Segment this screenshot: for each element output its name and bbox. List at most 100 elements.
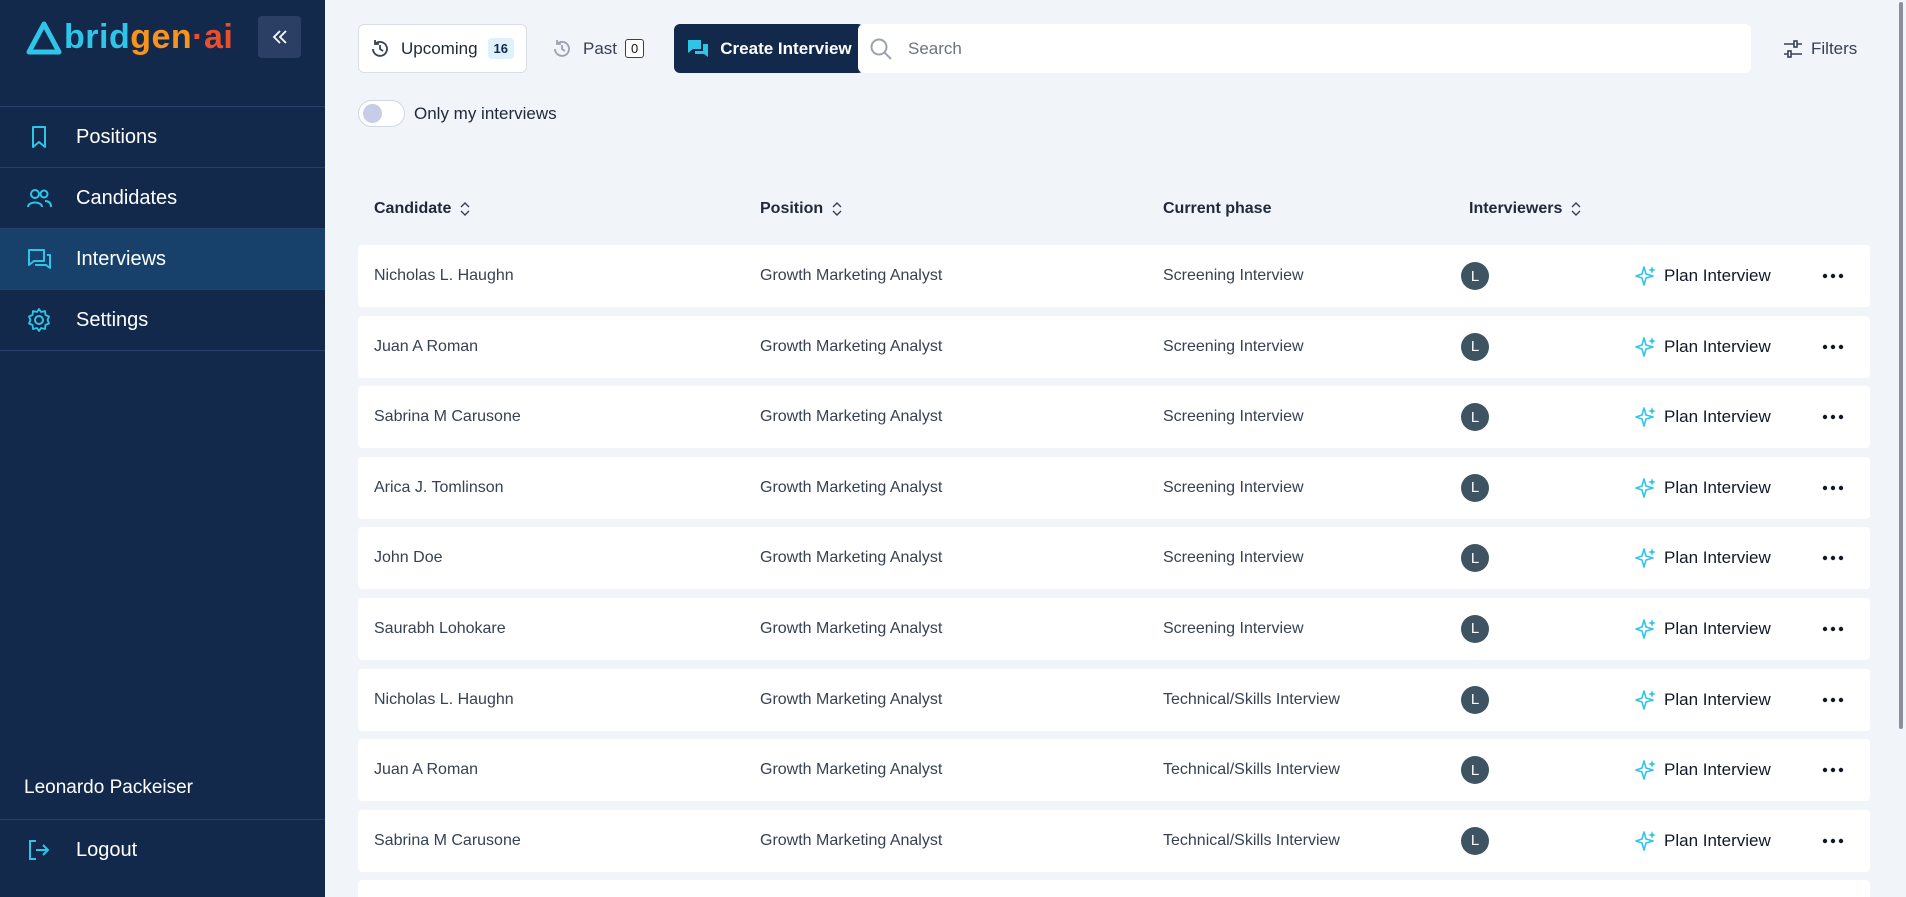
more-options-icon[interactable] <box>1821 264 1845 288</box>
column-header-label: Position <box>760 200 824 217</box>
more-options-icon[interactable] <box>1821 476 1845 500</box>
plan-interview-button[interactable]: Plan Interview <box>1634 829 1771 853</box>
row-actions-cell <box>1821 669 1845 731</box>
interviews-table-body: Nicholas L. Haughn Growth Marketing Anal… <box>358 245 1870 897</box>
plan-interview-button[interactable]: Plan Interview <box>1634 405 1771 429</box>
interviewer-cell: L <box>1461 598 1489 660</box>
plan-interview-button[interactable]: Plan Interview <box>1634 264 1771 288</box>
column-header-interviewers[interactable]: Interviewers <box>1469 200 1582 218</box>
plan-interview-cell: Plan Interview <box>1634 386 1771 448</box>
more-options-icon[interactable] <box>1821 546 1845 570</box>
row-actions-cell <box>1821 810 1845 872</box>
candidate-cell[interactable]: Juan A Roman <box>374 316 478 378</box>
plan-interview-button[interactable]: Plan Interview <box>1634 617 1771 641</box>
past-count-badge: 0 <box>625 39 645 58</box>
avatar[interactable]: L <box>1461 262 1489 290</box>
sidebar-item-candidates[interactable]: Candidates <box>0 168 325 229</box>
candidate-cell[interactable]: Nicholas L. Haughn <box>374 245 514 307</box>
filters-button[interactable]: Filters <box>1781 24 1857 73</box>
plan-interview-cell: Plan Interview <box>1634 669 1771 731</box>
column-header-position[interactable]: Position <box>760 200 843 218</box>
scrollbar-thumb[interactable] <box>1899 2 1903 729</box>
collapse-sidebar-button[interactable] <box>258 16 301 58</box>
plan-interview-label: Plan Interview <box>1664 760 1771 780</box>
table-row[interactable]: Saurabh Lohokare Growth Marketing Analys… <box>358 597 1870 660</box>
candidate-cell[interactable]: Juan A Roman <box>374 739 478 801</box>
sort-icon <box>832 202 842 216</box>
more-options-icon[interactable] <box>1821 758 1845 782</box>
vertical-scrollbar[interactable] <box>1894 0 1906 897</box>
plan-interview-cell: Plan Interview <box>1634 810 1771 872</box>
brand-logo[interactable]: brid gen ·ai <box>26 18 233 57</box>
sidebar-item-positions[interactable]: Positions <box>0 107 325 168</box>
sidebar-item-label: Settings <box>76 308 149 331</box>
candidate-cell[interactable]: Arica J. Tomlinson <box>374 457 504 519</box>
more-options-icon[interactable] <box>1821 617 1845 641</box>
tab-upcoming[interactable]: Upcoming 16 <box>358 24 528 73</box>
sidebar-item-settings[interactable]: Settings <box>0 290 325 351</box>
row-actions-cell <box>1821 598 1845 660</box>
candidate-cell[interactable]: Sabrina M Carusone <box>374 810 521 872</box>
more-options-icon[interactable] <box>1821 829 1845 853</box>
table-row-partial[interactable] <box>358 880 1870 897</box>
table-row[interactable]: Juan A Roman Growth Marketing Analyst Te… <box>358 739 1870 802</box>
plan-interview-cell: Plan Interview <box>1634 457 1771 519</box>
avatar[interactable]: L <box>1461 332 1489 361</box>
toggle-knob <box>363 104 382 123</box>
table-row[interactable]: Arica J. Tomlinson Growth Marketing Anal… <box>358 456 1870 519</box>
sidebar-item-interviews[interactable]: Interviews <box>0 229 325 290</box>
plan-interview-cell: Plan Interview <box>1634 316 1771 378</box>
phase-cell: Screening Interview <box>1163 337 1304 355</box>
candidate-cell[interactable]: Nicholas L. Haughn <box>374 669 514 731</box>
plan-interview-label: Plan Interview <box>1664 830 1771 850</box>
avatar[interactable]: L <box>1461 756 1489 785</box>
column-header-phase: Current phase <box>1163 200 1271 218</box>
position-cell: Growth Marketing Analyst <box>760 690 943 708</box>
table-row[interactable]: Sabrina M Carusone Growth Marketing Anal… <box>358 386 1870 449</box>
plan-interview-button[interactable]: Plan Interview <box>1634 546 1771 570</box>
table-row[interactable]: John Doe Growth Marketing Analyst Screen… <box>358 527 1870 590</box>
sort-icon <box>460 202 470 216</box>
avatar[interactable]: L <box>1461 826 1489 855</box>
plan-interview-cell: Plan Interview <box>1634 527 1771 589</box>
candidate-cell[interactable]: Sabrina M Carusone <box>374 386 521 448</box>
interviewer-cell: L <box>1461 739 1489 801</box>
only-my-interviews-toggle[interactable] <box>358 100 405 127</box>
table-row[interactable]: Nicholas L. Haughn Growth Marketing Anal… <box>358 668 1870 731</box>
more-options-icon[interactable] <box>1821 335 1845 359</box>
avatar[interactable]: L <box>1461 473 1489 502</box>
more-options-icon[interactable] <box>1821 688 1845 712</box>
logout-icon <box>26 837 52 863</box>
column-header-label: Current phase <box>1163 200 1272 217</box>
table-row[interactable]: Nicholas L. Haughn Growth Marketing Anal… <box>358 245 1870 307</box>
plan-interview-button[interactable]: Plan Interview <box>1634 758 1771 782</box>
users-icon <box>26 185 52 211</box>
avatar[interactable]: L <box>1461 544 1489 573</box>
column-header-candidate[interactable]: Candidate <box>374 200 471 218</box>
sidebar-item-label: Candidates <box>76 186 178 209</box>
position-cell: Growth Marketing Analyst <box>760 831 943 849</box>
plan-interview-button[interactable]: Plan Interview <box>1634 688 1771 712</box>
row-actions-cell <box>1821 527 1845 589</box>
gear-icon <box>26 307 52 333</box>
avatar[interactable]: L <box>1461 685 1489 714</box>
candidate-cell[interactable]: Saurabh Lohokare <box>374 598 506 660</box>
create-interview-button[interactable]: Create Interview <box>674 24 864 73</box>
table-row[interactable]: Sabrina M Carusone Growth Marketing Anal… <box>358 809 1870 872</box>
tab-past[interactable]: Past 0 <box>541 24 654 73</box>
sidebar-item-label: Interviews <box>76 247 167 270</box>
interviewer-cell: L <box>1461 457 1489 519</box>
logout-button[interactable]: Logout <box>0 819 325 880</box>
candidate-cell[interactable]: John Doe <box>374 527 443 589</box>
plan-interview-button[interactable]: Plan Interview <box>1634 335 1771 359</box>
position-cell: Growth Marketing Analyst <box>760 478 943 496</box>
position-cell: Growth Marketing Analyst <box>760 761 943 779</box>
table-row[interactable]: Juan A Roman Growth Marketing Analyst Sc… <box>358 315 1870 378</box>
avatar[interactable]: L <box>1461 403 1489 432</box>
avatar[interactable]: L <box>1461 614 1489 643</box>
interviewer-cell: L <box>1461 527 1489 589</box>
search-input[interactable] <box>908 38 1708 59</box>
plan-interview-button[interactable]: Plan Interview <box>1634 476 1771 500</box>
more-options-icon[interactable] <box>1821 405 1845 429</box>
search-box <box>858 24 1751 73</box>
